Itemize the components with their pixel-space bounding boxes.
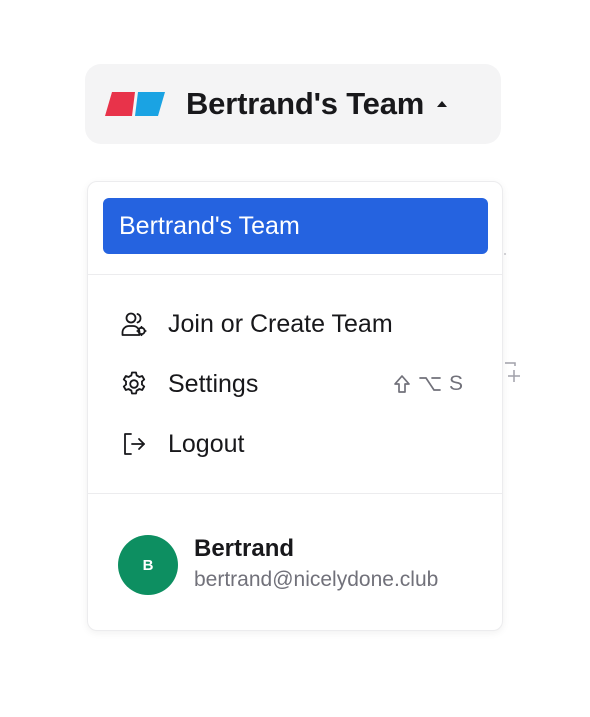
avatar-initial: B	[142, 556, 154, 574]
keyboard-shortcut: S	[393, 372, 464, 396]
team-switcher-button[interactable]: Bertrand's Team	[85, 64, 501, 144]
team-option-label: Bertrand's Team	[119, 211, 300, 240]
logout-item[interactable]: Logout	[88, 418, 502, 470]
option-icon	[419, 377, 441, 391]
add-icon	[505, 362, 520, 382]
avatar: B	[118, 535, 178, 595]
users-icon	[121, 312, 147, 337]
caret-up-icon	[437, 101, 448, 107]
user-name: Bertrand	[194, 535, 295, 562]
join-or-create-team-item[interactable]: Join or Create Team	[88, 298, 502, 350]
background-artifact	[504, 253, 506, 255]
menu-item-label: Logout	[168, 429, 245, 458]
shortcut-key: S	[448, 372, 464, 395]
menu-item-label: Settings	[168, 369, 259, 398]
team-option-bertrands-team[interactable]: Bertrand's Team	[103, 198, 488, 254]
shift-icon	[394, 375, 410, 393]
brand-logo-icon	[105, 92, 165, 116]
current-team-name: Bertrand's Team	[186, 86, 425, 121]
menu-divider	[88, 493, 502, 494]
gear-icon	[122, 371, 146, 395]
logout-icon	[124, 433, 145, 455]
menu-divider	[88, 274, 502, 275]
team-dropdown-menu: Bertrand's Team Join or Create Team Sett…	[87, 181, 503, 631]
menu-item-label: Join or Create Team	[168, 309, 393, 338]
settings-item[interactable]: Settings S	[88, 358, 502, 410]
user-email: bertrand@nicelydone.club	[194, 568, 439, 591]
